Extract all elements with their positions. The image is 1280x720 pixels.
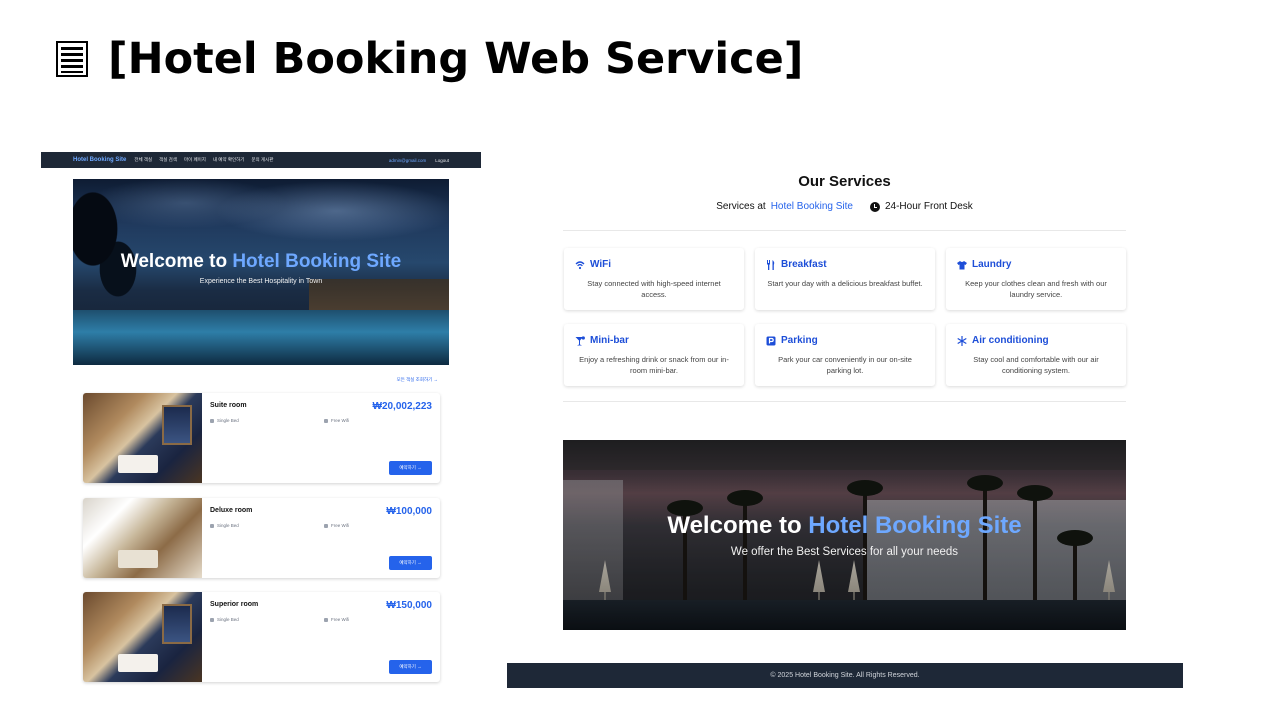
room-image bbox=[83, 498, 202, 578]
book-button[interactable]: 예약하기 → bbox=[389, 556, 432, 570]
book-button[interactable]: 예약하기 → bbox=[389, 461, 432, 475]
service-card-wifi: WiFi Stay connected with high-speed inte… bbox=[564, 248, 744, 310]
bed-icon bbox=[210, 617, 214, 622]
welcome-banner: Welcome to Hotel Booking Site We offer t… bbox=[563, 440, 1126, 630]
nav-item-my-reservations[interactable]: 내 예약 확인하기 bbox=[213, 157, 244, 163]
service-name: Laundry bbox=[972, 259, 1012, 270]
service-name: Parking bbox=[781, 335, 818, 346]
wifi-feature: Free Wifi bbox=[324, 523, 349, 528]
service-name: Mini-bar bbox=[590, 335, 629, 346]
service-name: Breakfast bbox=[781, 259, 827, 270]
nav-item-inquiry-board[interactable]: 문의 게시판 bbox=[251, 157, 273, 163]
footer: © 2025 Hotel Booking Site. All Rights Re… bbox=[507, 663, 1183, 688]
cocktail-icon bbox=[575, 335, 585, 346]
service-description: Start your day with a delicious breakfas… bbox=[767, 279, 923, 288]
service-card-air-conditioning: Air conditioning Stay cool and comfortab… bbox=[946, 324, 1126, 386]
room-price: ₩100,000 bbox=[386, 506, 432, 517]
nav-item-my-page[interactable]: 마이 페이지 bbox=[184, 157, 206, 163]
banner-title: Welcome to Hotel Booking Site bbox=[667, 512, 1022, 539]
service-description: Keep your clothes clean and fresh with o… bbox=[965, 279, 1107, 299]
room-name: Suite room bbox=[210, 402, 247, 409]
service-card-minibar: Mini-bar Enjoy a refreshing drink or sna… bbox=[564, 324, 744, 386]
banner-subtitle: We offer the Best Services for all your … bbox=[730, 546, 959, 558]
room-name: Deluxe room bbox=[210, 507, 253, 514]
slide-title: [Hotel Booking Web Service] bbox=[56, 34, 803, 84]
book-button[interactable]: 예약하기 → bbox=[389, 660, 432, 674]
wifi-feature: Free Wifi bbox=[324, 418, 349, 423]
front-desk-label: 24-Hour Front Desk bbox=[884, 201, 973, 212]
room-image bbox=[83, 393, 202, 483]
hero-banner: Welcome to Hotel Booking Site Experience… bbox=[73, 179, 449, 365]
rooms-panel: 모든 객실 조회하기 → Suite room ₩20,002,223 Sing… bbox=[79, 366, 444, 692]
hero-title: Welcome to Hotel Booking Site bbox=[120, 251, 402, 272]
services-subtitle: Services at Hotel Booking Site 24-Hour F… bbox=[716, 201, 973, 212]
service-description: Park your car conveniently in our on-sit… bbox=[778, 355, 912, 375]
nav-brand[interactable]: Hotel Booking Site bbox=[73, 157, 126, 163]
snowflake-icon bbox=[957, 335, 967, 346]
clock-icon bbox=[869, 201, 880, 212]
service-card-breakfast: Breakfast Start your day with a deliciou… bbox=[755, 248, 935, 310]
bed-icon bbox=[210, 523, 214, 528]
service-card-laundry: Laundry Keep your clothes clean and fres… bbox=[946, 248, 1126, 310]
wifi-icon bbox=[575, 260, 585, 270]
service-description: Stay cool and comfortable with our air c… bbox=[973, 355, 1099, 375]
bed-feature: Single Bed bbox=[210, 523, 239, 528]
top-nav: Hotel Booking Site 전체 객실 객실 검색 마이 페이지 내 … bbox=[41, 152, 481, 168]
room-image bbox=[83, 592, 202, 682]
left-screenshot: Hotel Booking Site 전체 객실 객실 검색 마이 페이지 내 … bbox=[41, 152, 481, 692]
room-card-superior[interactable]: Superior room ₩150,000 Single Bed Free W… bbox=[83, 592, 440, 682]
utensils-icon bbox=[766, 259, 776, 270]
parking-icon bbox=[766, 336, 776, 346]
room-price: ₩20,002,223 bbox=[372, 401, 433, 412]
view-all-rooms-link[interactable]: 모든 객실 조회하기 → bbox=[397, 377, 438, 383]
divider bbox=[563, 230, 1126, 231]
nav-item-room-search[interactable]: 객실 검색 bbox=[159, 157, 177, 163]
nav-item-all-rooms[interactable]: 전체 객실 bbox=[134, 157, 152, 163]
wifi-icon bbox=[324, 617, 328, 622]
divider bbox=[563, 401, 1126, 402]
page-title: [Hotel Booking Web Service] bbox=[108, 34, 804, 84]
user-email: admin@gmail.com bbox=[388, 157, 427, 163]
room-price: ₩150,000 bbox=[386, 600, 432, 611]
wifi-icon bbox=[324, 418, 328, 423]
service-description: Enjoy a refreshing drink or snack from o… bbox=[579, 355, 729, 375]
service-card-parking: Parking Park your car conveniently in ou… bbox=[755, 324, 935, 386]
services-title: Our Services bbox=[798, 173, 891, 190]
wifi-feature: Free Wifi bbox=[324, 617, 349, 622]
hero-subtitle: Experience the Best Hospitality in Town bbox=[199, 278, 323, 285]
service-name: Air conditioning bbox=[972, 335, 1049, 346]
room-name: Superior room bbox=[210, 601, 259, 608]
bed-feature: Single Bed bbox=[210, 617, 239, 622]
wifi-icon bbox=[324, 523, 328, 528]
site-name-link: Hotel Booking Site bbox=[770, 201, 853, 212]
bed-icon bbox=[210, 418, 214, 423]
document-list-icon bbox=[56, 41, 88, 77]
bed-feature: Single Bed bbox=[210, 418, 239, 423]
shirt-icon bbox=[957, 260, 967, 270]
service-description: Stay connected with high-speed internet … bbox=[587, 279, 721, 299]
logout-link[interactable]: Logout bbox=[435, 158, 449, 163]
room-card-deluxe[interactable]: Deluxe room ₩100,000 Single Bed Free Wif… bbox=[83, 498, 440, 578]
service-name: WiFi bbox=[590, 259, 612, 270]
room-card-suite[interactable]: Suite room ₩20,002,223 Single Bed Free W… bbox=[83, 393, 440, 483]
